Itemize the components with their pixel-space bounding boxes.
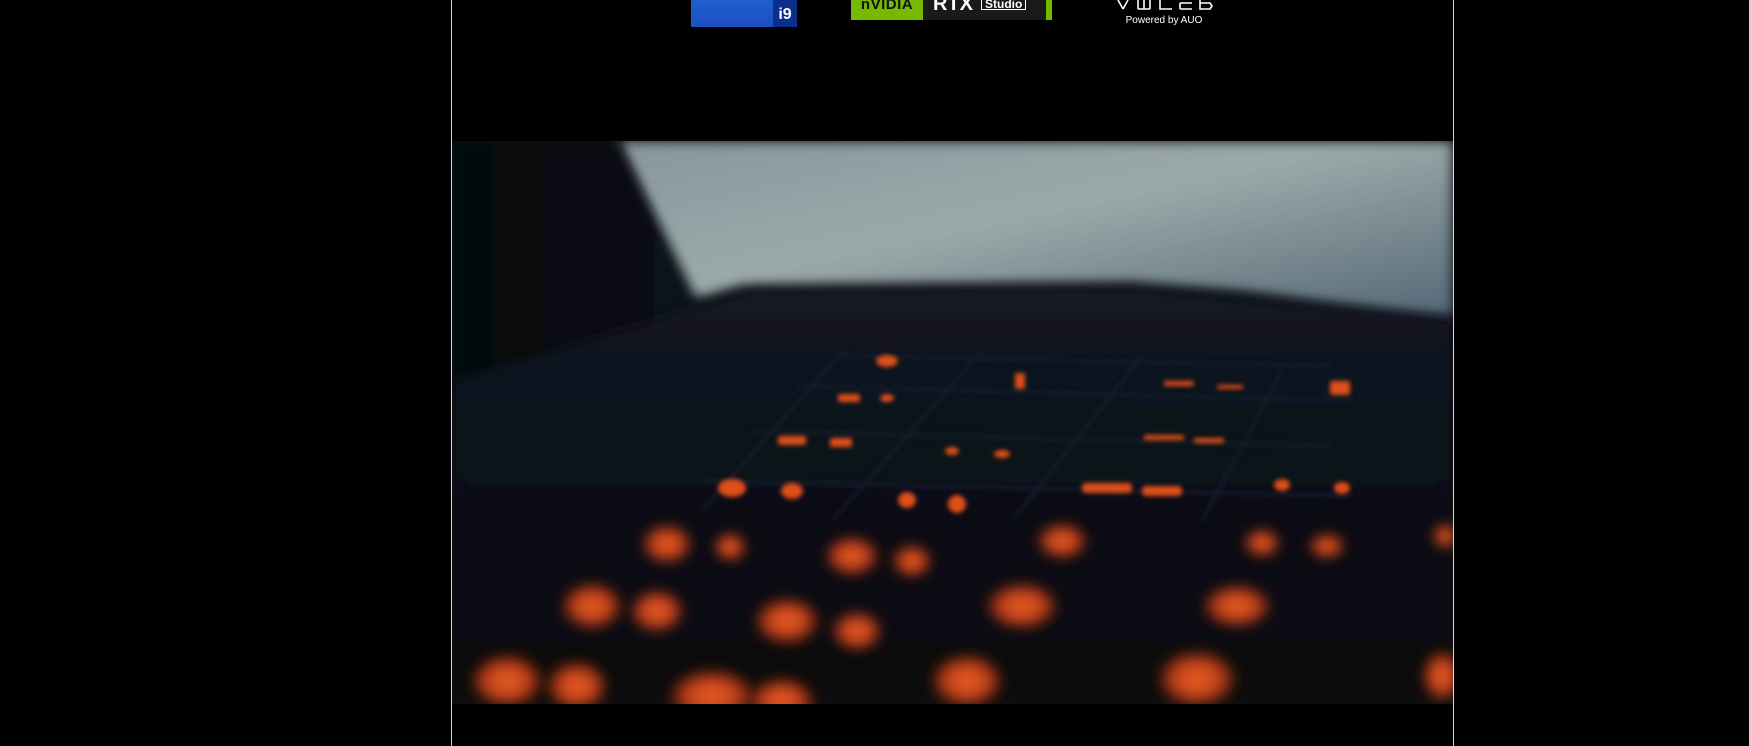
hero-photo: [452, 141, 1453, 704]
nvidia-brand-label: nVIDIA: [851, 0, 923, 20]
xmled-tagline: Powered by AUO: [1125, 15, 1203, 26]
xmled-logo: [1117, 0, 1213, 10]
xmled-badge: Powered by AUO: [1110, 0, 1218, 30]
content-frame: i9 nVIDIA RTX Studio Powered by AUO: [451, 0, 1454, 746]
intel-model-label: i9: [773, 0, 797, 27]
intel-core-badge: i9: [691, 0, 797, 27]
rtx-block: RTX Studio: [923, 0, 1046, 20]
nvidia-stripe: [1046, 0, 1052, 20]
keyboard-photo-illustration: [452, 141, 1453, 704]
page: i9 nVIDIA RTX Studio Powered by AUO: [0, 0, 1749, 746]
studio-label: Studio: [981, 0, 1027, 10]
nvidia-rtx-studio-badge: nVIDIA RTX Studio: [851, 0, 1052, 20]
rtx-label: RTX: [933, 0, 973, 15]
